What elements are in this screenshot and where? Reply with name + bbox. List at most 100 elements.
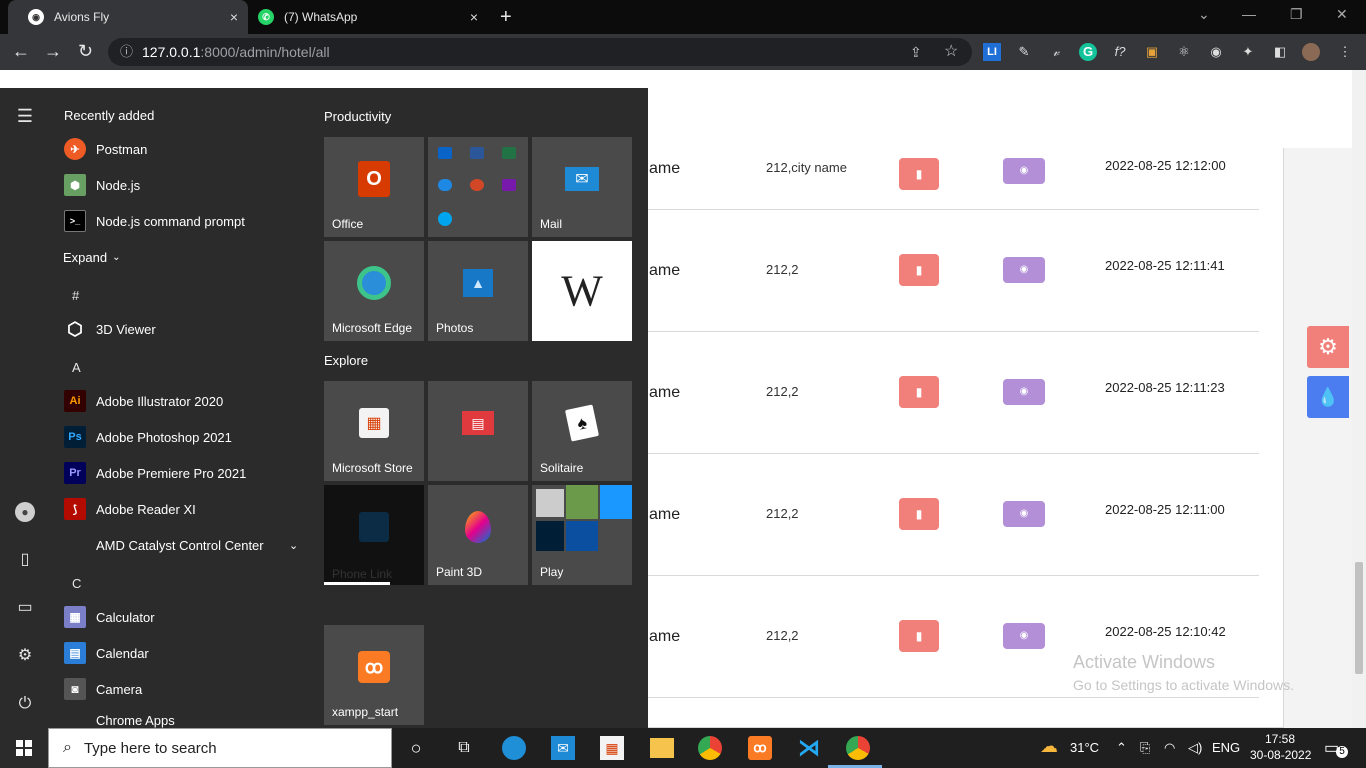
forward-arrow-icon[interactable]: → [44,42,62,60]
bookmark-star-icon[interactable]: ☆ [944,38,958,66]
close-tab-icon[interactable]: × [230,9,238,25]
delete-button[interactable]: ▮ [899,498,939,530]
clock-time[interactable]: 17:58 [1265,732,1295,746]
view-button[interactable]: ◉ [1003,379,1045,405]
tile-play[interactable]: Play [532,485,632,585]
settings-gear-button[interactable]: ⚙ [1307,326,1349,368]
expand-button[interactable]: Expand ⌄ [63,242,120,272]
chevron-up-icon[interactable]: ⌃ [1116,740,1127,756]
theme-drop-button[interactable]: 💧 [1307,376,1349,418]
power-icon[interactable]: ⏻ [15,694,35,714]
close-window-button[interactable]: ✕ [1336,6,1348,23]
xampp-taskbar-icon[interactable]: ꝏ [748,736,772,760]
delete-button[interactable]: ▮ [899,620,939,652]
chevron-down-icon[interactable]: ⌄ [289,539,298,552]
mail-taskbar-icon[interactable]: ✉ [551,736,575,760]
scrollbar-thumb[interactable] [1355,562,1363,674]
wifi-icon[interactable]: ◠ [1164,740,1175,756]
view-button[interactable]: ◉ [1003,158,1045,184]
app-nodejs[interactable]: ⬢ Node.js [64,170,140,200]
tab-whatsapp[interactable]: ✆ (7) WhatsApp × [248,0,488,34]
capture-extension-icon[interactable]: ▣ [1143,43,1161,61]
share-icon[interactable]: ⇪ [910,38,922,66]
reload-icon[interactable]: ↻ [78,42,93,60]
tile-xampp[interactable]: ꝏ xampp_start [324,625,424,725]
tab-avions-fly[interactable]: ◉ Avions Fly × [8,0,248,34]
tile-microsoft-edge[interactable]: Microsoft Edge [324,241,424,341]
extensions-puzzle-icon[interactable]: ✦ [1239,43,1257,61]
view-button[interactable]: ◉ [1003,623,1045,649]
app-adobe-photoshop[interactable]: Ps Adobe Photoshop 2021 [64,422,232,452]
chrome-profile-icon[interactable] [846,736,870,760]
hamburger-menu-icon[interactable]: ☰ [15,106,35,126]
script-extension-icon[interactable]: 𝓋 [1047,43,1065,61]
page-scrollbar[interactable] [1352,70,1366,728]
extension-circle-icon[interactable]: ◉ [1207,43,1225,61]
url-bar[interactable]: ⓘ 127.0.0.1:8000/admin/hotel/all ⇪ ☆ [108,38,972,66]
close-tab-icon[interactable]: × [470,9,478,25]
weather-temp[interactable]: 31°C [1070,740,1099,755]
new-tab-button[interactable]: + [500,6,512,29]
tile-mail[interactable]: ✉ Mail [532,137,632,237]
letter-a[interactable]: A [72,360,81,375]
letter-c[interactable]: C [72,576,81,591]
formula-extension-icon[interactable]: f? [1111,43,1129,61]
start-button[interactable] [0,728,48,768]
delete-button[interactable]: ▮ [899,376,939,408]
weather-icon[interactable]: ☁ [1040,736,1058,757]
app-postman[interactable]: ✈ Postman [64,134,147,164]
tile-paint-3d[interactable]: Paint 3D [428,485,528,585]
vscode-icon[interactable]: ⋊ [797,735,821,760]
documents-icon[interactable]: ▯ [15,550,35,570]
pictures-icon[interactable]: ▭ [15,598,35,618]
clock-date[interactable]: 30-08-2022 [1250,748,1311,762]
profile-avatar[interactable] [1302,43,1320,61]
volume-icon[interactable]: ◁) [1188,740,1202,756]
grammarly-icon[interactable]: G [1079,43,1097,61]
app-adobe-premiere[interactable]: Pr Adobe Premiere Pro 2021 [64,458,246,488]
app-chrome-apps[interactable]: Chrome Apps ⌄ [64,712,175,728]
restore-button[interactable]: ❐ [1290,6,1303,23]
delete-button[interactable]: ▮ [899,158,939,190]
info-icon[interactable]: ⓘ [120,38,133,66]
taskbar-search-box[interactable]: ⌕ Type here to search [48,728,392,768]
tile-wikipedia[interactable]: W [532,241,632,341]
view-button[interactable]: ◉ [1003,257,1045,283]
tile-office-apps[interactable] [428,137,528,237]
chrome-icon[interactable] [698,736,722,760]
tab-search-button[interactable]: ⌄ [1198,6,1210,23]
language-indicator[interactable]: ENG [1212,740,1240,755]
side-panel-icon[interactable]: ◧ [1271,43,1289,61]
view-button[interactable]: ◉ [1003,501,1045,527]
tile-office[interactable]: O Office [324,137,424,237]
store-taskbar-icon[interactable]: ▦ [600,736,624,760]
edge-taskbar-icon[interactable] [502,736,526,760]
cortana-icon[interactable]: ○ [404,736,428,760]
linkedin-extension-icon[interactable]: LI [983,43,1001,61]
settings-icon[interactable]: ⚙ [15,646,35,666]
tile-phone-link[interactable]: Phone Link [324,485,424,585]
tile-news[interactable]: ▤ [428,381,528,481]
delete-button[interactable]: ▮ [899,254,939,286]
tile-photos[interactable]: ▲ Photos [428,241,528,341]
user-account-icon[interactable]: ● [15,502,35,522]
app-adobe-illustrator[interactable]: Ai Adobe Illustrator 2020 [64,386,223,416]
edit-extension-icon[interactable]: ✎ [1015,43,1033,61]
meet-now-icon[interactable]: ⎘ [1140,740,1150,756]
menu-kebab-icon[interactable]: ⋮ [1336,43,1354,61]
file-explorer-icon[interactable] [650,738,674,758]
app-adobe-reader[interactable]: ⟆ Adobe Reader XI [64,494,196,524]
minimize-button[interactable]: — [1242,6,1256,22]
letter-hash[interactable]: # [72,288,79,303]
back-arrow-icon[interactable]: ← [12,42,30,60]
react-devtools-icon[interactable]: ⚛ [1175,43,1193,61]
app-3d-viewer[interactable]: ⬡ 3D Viewer [64,314,156,344]
app-camera[interactable]: ◙ Camera [64,674,142,704]
app-amd-catalyst[interactable]: AMD Catalyst Control Center ⌄ [64,530,298,560]
app-calculator[interactable]: ▦ Calculator [64,602,155,632]
task-view-icon[interactable]: ⧉ [452,736,476,760]
tile-microsoft-store[interactable]: ▦ Microsoft Store [324,381,424,481]
tile-solitaire[interactable]: ♠ Solitaire [532,381,632,481]
app-calendar[interactable]: ▤ Calendar [64,638,149,668]
app-nodejs-command-prompt[interactable]: >_ Node.js command prompt [64,206,245,236]
